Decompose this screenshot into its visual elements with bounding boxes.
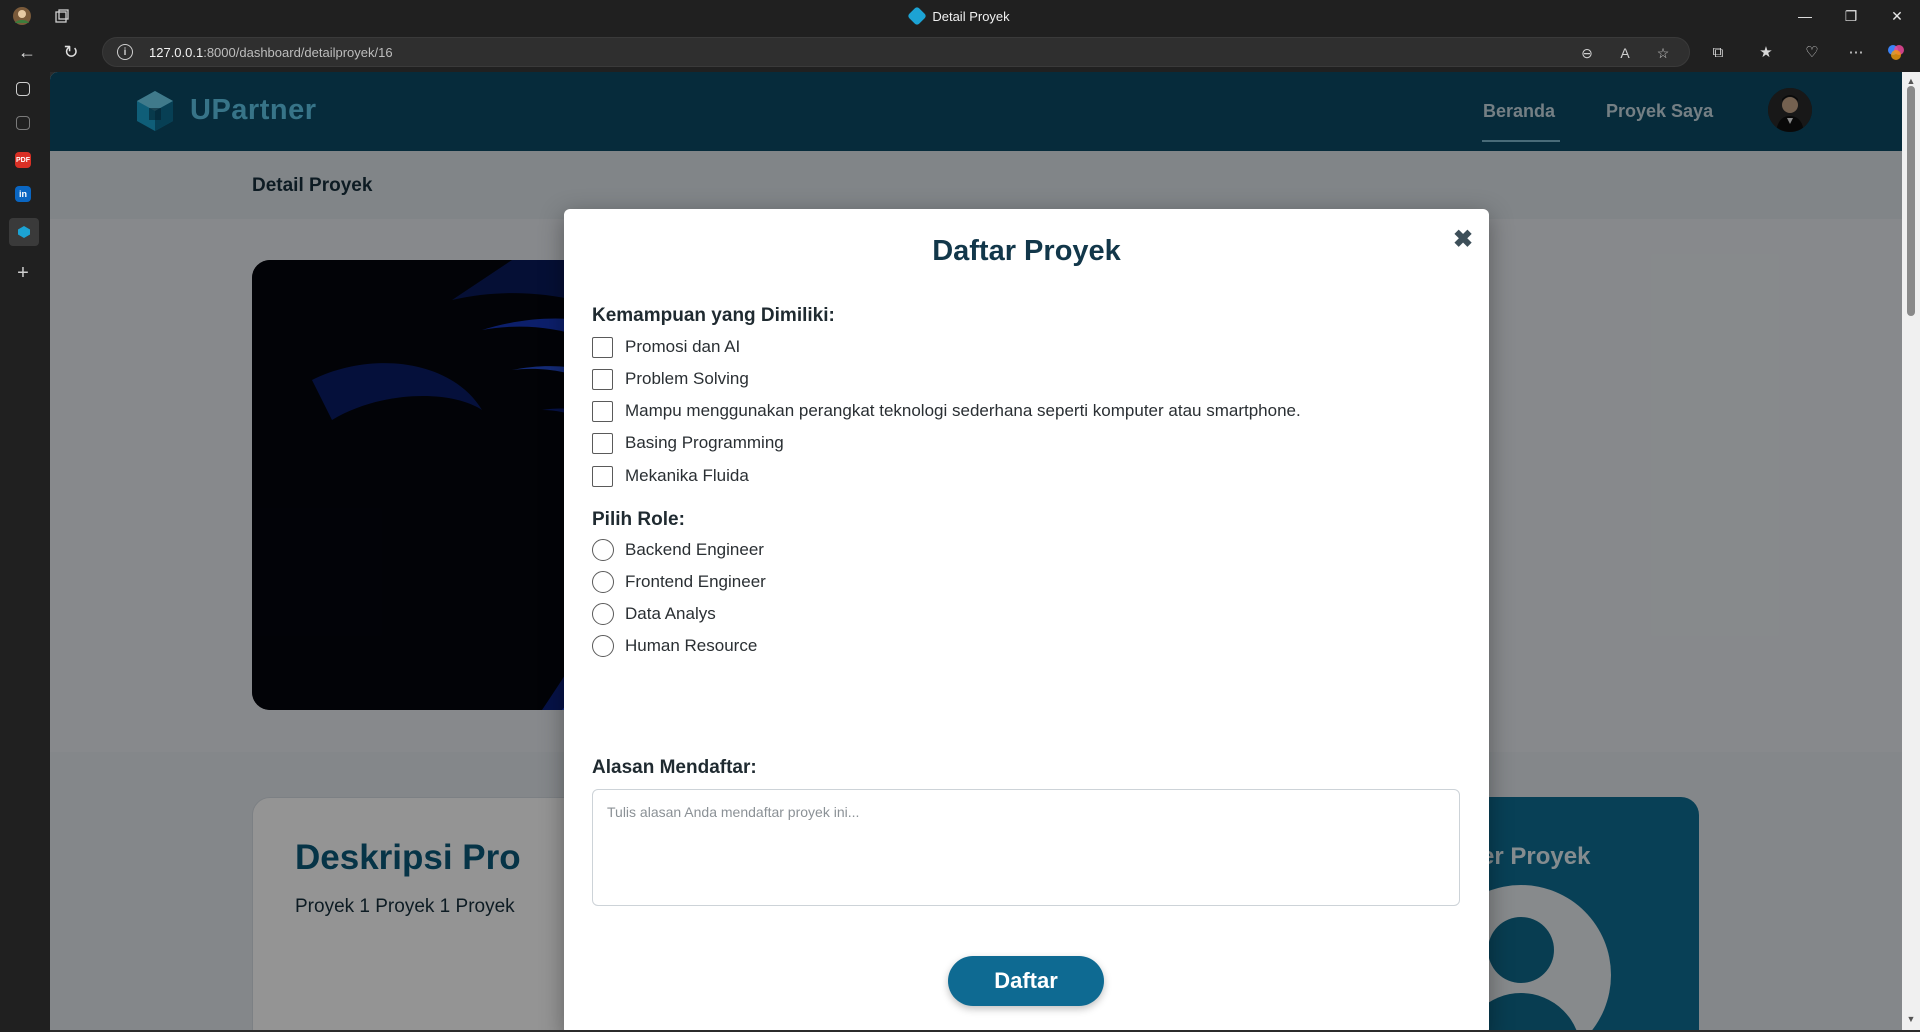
address-bar[interactable]: i 127.0.0.1:8000/dashboard/detailproyek/… <box>102 37 1690 67</box>
skill-checkbox[interactable] <box>592 432 613 454</box>
browser-title-bar: Detail Proyek — ❐ ✕ <box>0 0 1920 32</box>
tab-actions-icon[interactable] <box>16 82 30 96</box>
new-tab-plus-icon[interactable]: + <box>12 262 34 284</box>
favorite-star-icon[interactable]: ☆ <box>1653 43 1673 63</box>
skill-option[interactable]: Promosi dan AI <box>592 335 740 359</box>
role-label: Pilih Role: <box>592 509 685 530</box>
favorites-icon[interactable]: ★ <box>1754 40 1778 64</box>
url-path: :8000/dashboard/detailproyek/16 <box>203 45 393 60</box>
page-viewport: UPartner Beranda Proyek Saya Detail Proy… <box>50 72 1902 1030</box>
skill-checkbox[interactable] <box>592 336 613 358</box>
back-arrow-icon[interactable]: ← <box>12 38 42 66</box>
restore-icon[interactable]: ❐ <box>1828 0 1874 32</box>
browser-toolbar: ← ↻ i 127.0.0.1:8000/dashboard/detailpro… <box>0 32 1920 72</box>
skill-option[interactable]: Mampu menggunakan perangkat teknologi se… <box>592 399 1301 423</box>
scrollbar-thumb[interactable] <box>1907 86 1915 316</box>
vertical-tab-rail: PDF in + <box>0 72 50 1032</box>
page-scrollbar[interactable]: ▲ ▼ <box>1902 72 1920 1030</box>
url-host: 127.0.0.1 <box>149 45 204 60</box>
site-info-icon[interactable]: i <box>117 44 133 60</box>
role-radio[interactable] <box>592 571 614 593</box>
zoom-out-icon[interactable]: ⊖ <box>1577 43 1597 63</box>
linkedin-tab-icon[interactable]: in <box>15 186 31 202</box>
role-label-text: Backend Engineer <box>625 540 764 559</box>
skill-label: Mampu menggunakan perangkat teknologi se… <box>625 401 1301 420</box>
site-favicon-icon <box>907 6 928 26</box>
skill-option[interactable]: Basing Programming <box>592 431 784 455</box>
skill-label: Problem Solving <box>625 369 749 388</box>
register-project-modal: ✖ Daftar Proyek Kemampuan yang Dimiliki:… <box>564 209 1489 1030</box>
more-menu-icon[interactable]: ⋯ <box>1844 40 1868 64</box>
role-label-text: Data Analys <box>625 604 716 623</box>
skill-checkbox[interactable] <box>592 465 613 487</box>
pdf-tab-icon[interactable]: PDF <box>15 152 31 168</box>
minimize-icon[interactable]: — <box>1782 0 1828 32</box>
active-tab-icon[interactable] <box>9 218 39 246</box>
skill-label: Basing Programming <box>625 433 784 452</box>
extensions-icon[interactable]: ⧉ <box>1706 40 1730 64</box>
role-option[interactable]: Frontend Engineer <box>592 570 766 594</box>
skill-label: Mekanika Fluida <box>625 466 749 485</box>
skill-checkbox[interactable] <box>592 368 613 390</box>
register-submit-button[interactable]: Daftar <box>948 956 1104 1006</box>
reason-textarea[interactable] <box>592 789 1460 906</box>
role-radio[interactable] <box>592 635 614 657</box>
window-title-text: Detail Proyek <box>932 8 1010 24</box>
close-window-icon[interactable]: ✕ <box>1874 0 1920 32</box>
skill-option[interactable]: Mekanika Fluida <box>592 464 749 488</box>
skills-label: Kemampuan yang Dimiliki: <box>592 305 835 326</box>
tab-icon[interactable] <box>16 116 30 130</box>
read-aloud-icon[interactable]: A <box>1615 43 1635 63</box>
url-text[interactable]: 127.0.0.1:8000/dashboard/detailproyek/16 <box>149 45 393 60</box>
role-option[interactable]: Backend Engineer <box>592 538 764 562</box>
skill-checkbox[interactable] <box>592 400 613 422</box>
modal-title: Daftar Proyek <box>932 235 1121 267</box>
reason-label: Alasan Mendaftar: <box>592 757 757 778</box>
skill-label: Promosi dan AI <box>625 337 741 356</box>
browser-essentials-icon[interactable]: ♡ <box>1800 40 1824 64</box>
scroll-down-arrow-icon[interactable]: ▼ <box>1906 1014 1916 1024</box>
copilot-icon[interactable] <box>1884 40 1908 64</box>
role-option[interactable]: Human Resource <box>592 634 757 658</box>
window-title: Detail Proyek <box>0 0 1920 32</box>
role-radio[interactable] <box>592 603 614 625</box>
reload-icon[interactable]: ↻ <box>56 38 86 66</box>
role-label-text: Frontend Engineer <box>625 572 766 591</box>
role-label-text: Human Resource <box>625 636 758 655</box>
role-option[interactable]: Data Analys <box>592 602 716 626</box>
skill-option[interactable]: Problem Solving <box>592 367 749 391</box>
role-radio[interactable] <box>592 539 614 561</box>
scroll-up-arrow-icon[interactable]: ▲ <box>1906 76 1916 86</box>
